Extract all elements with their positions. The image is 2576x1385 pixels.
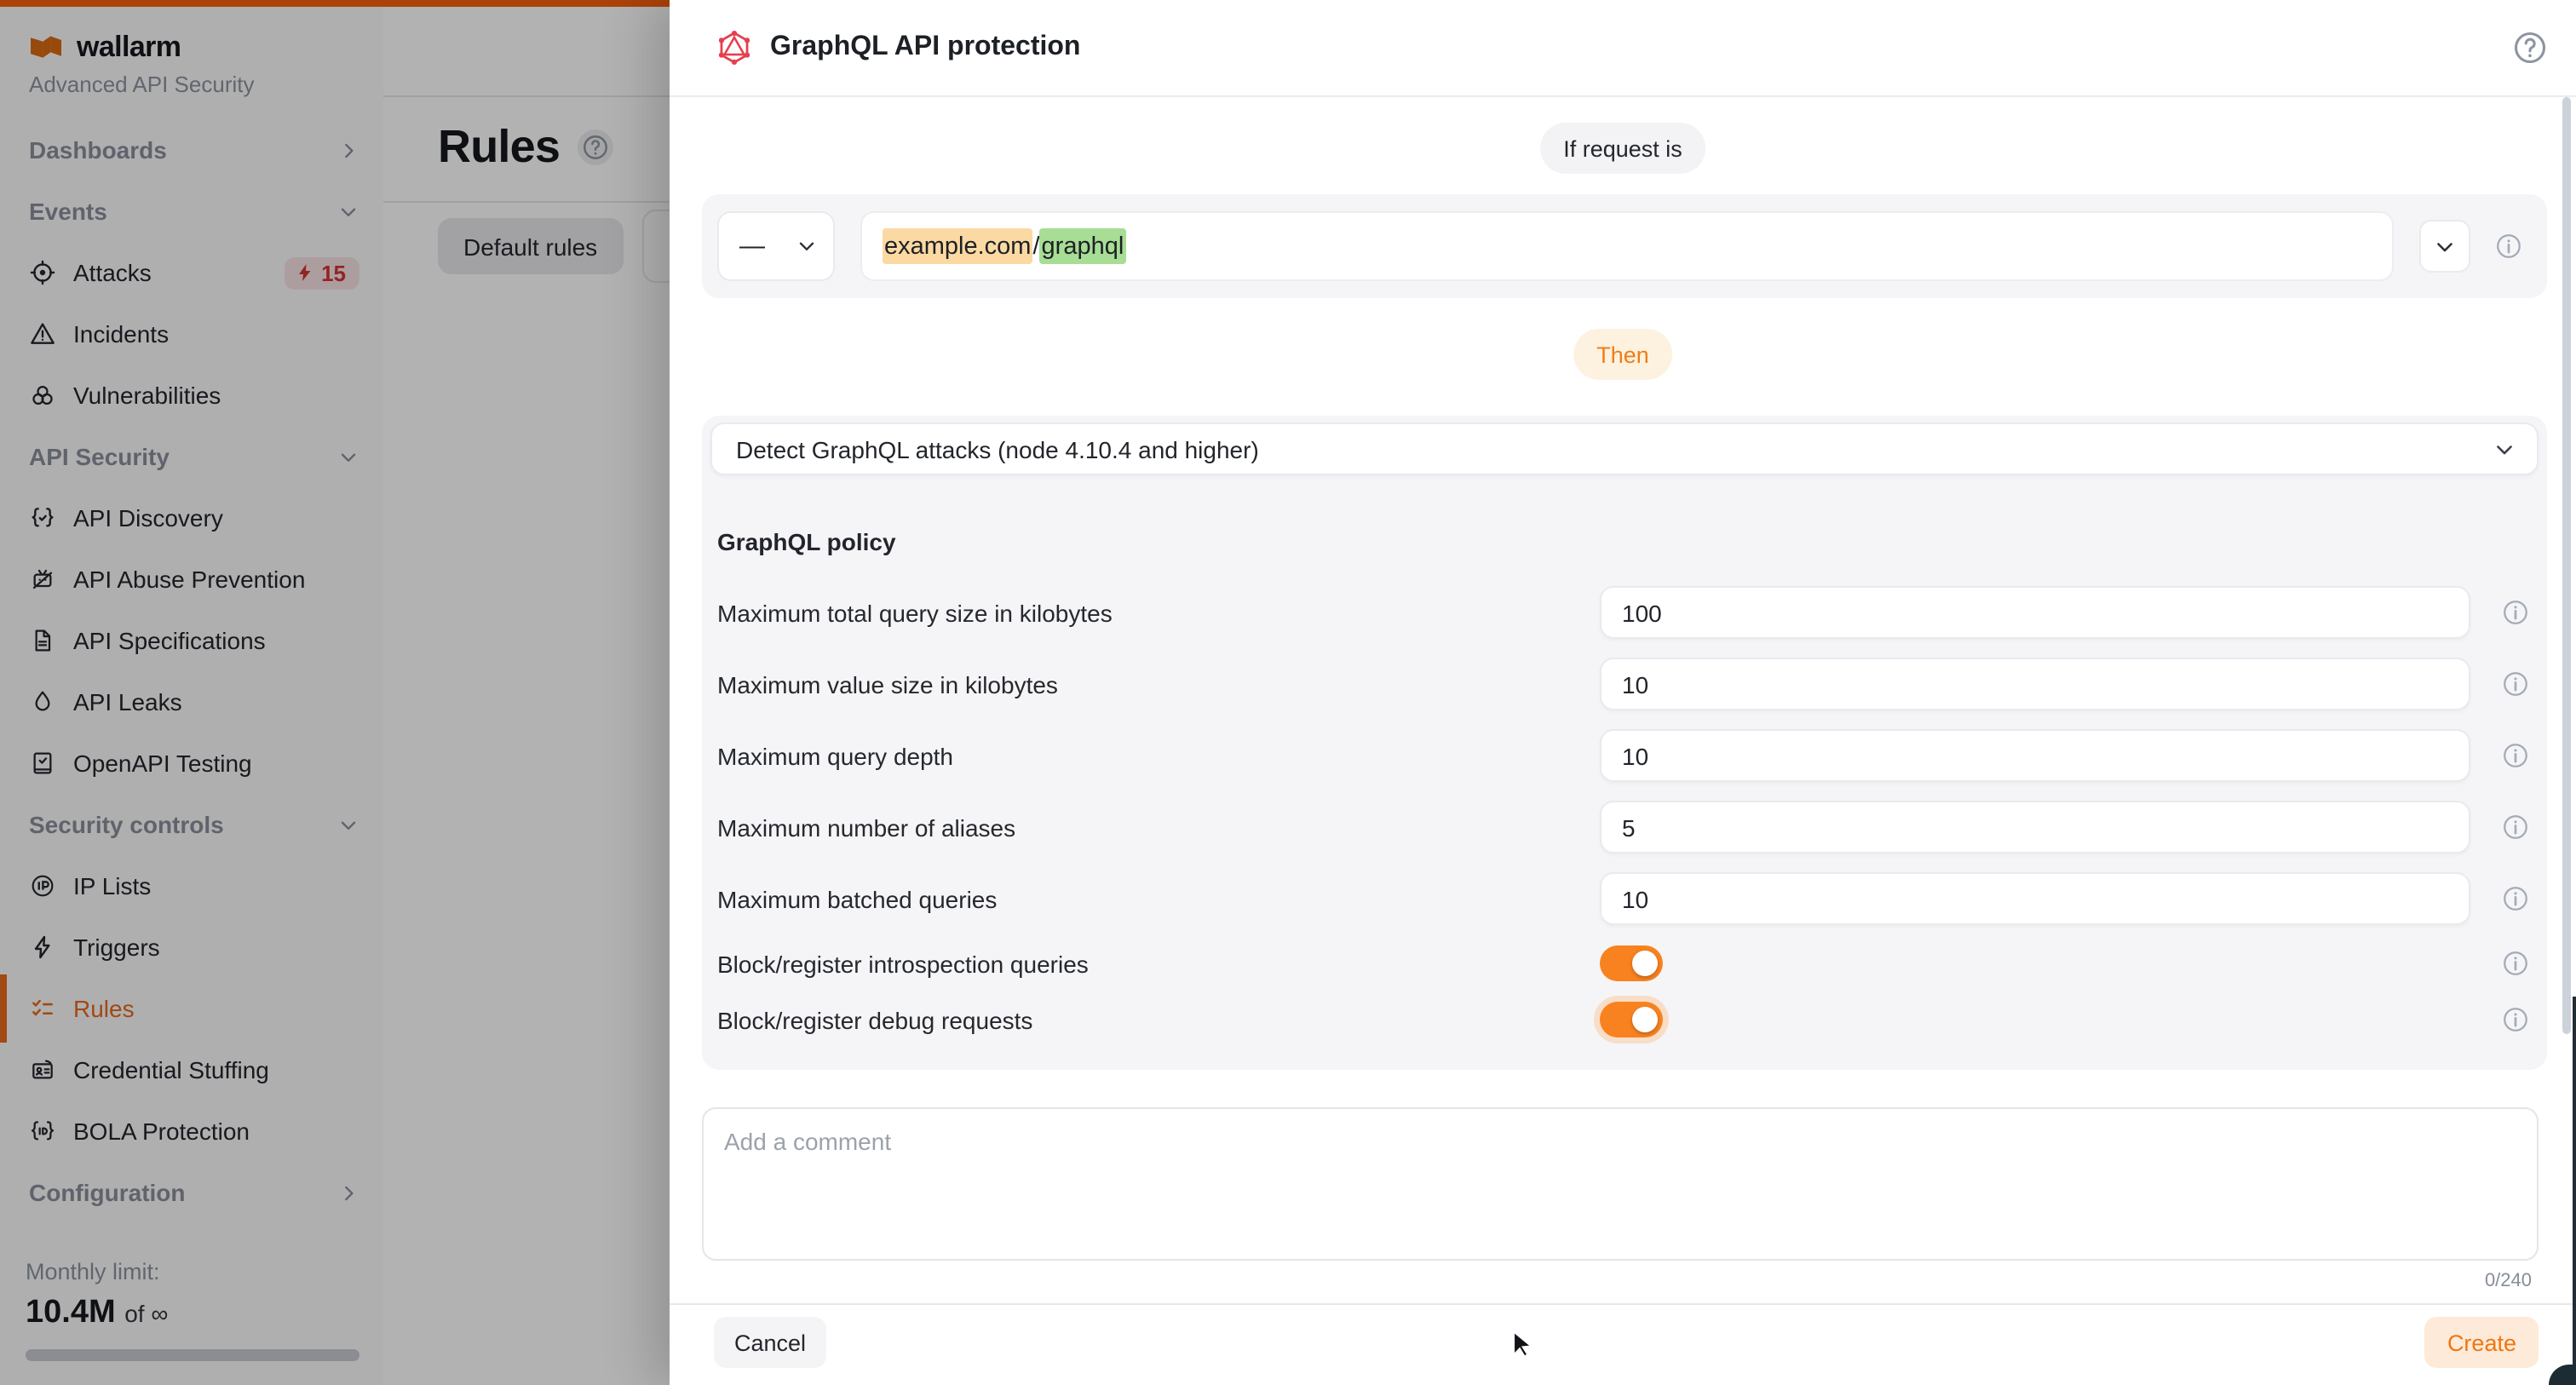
info-icon[interactable] <box>2501 813 2530 842</box>
info-icon[interactable] <box>2501 949 2530 978</box>
policy-label-maximum-query-depth: Maximum query depth <box>717 742 953 769</box>
policy-label-maximum-value-size-in-kilobytes: Maximum value size in kilobytes <box>717 670 1058 698</box>
policy-toggle-row: Block/register debug requests <box>717 1002 2532 1037</box>
info-icon[interactable] <box>2501 1005 2530 1034</box>
info-icon[interactable] <box>2501 670 2530 698</box>
modal-scrollbar[interactable] <box>2562 97 2571 1034</box>
policy-field-row: Maximum query depth <box>717 729 2532 782</box>
graphql-icon <box>716 29 753 66</box>
toggle-block-register-introspection-queries[interactable] <box>1600 945 1663 981</box>
condition-operator-select[interactable]: — <box>717 211 835 281</box>
policy-input-maximum-value-size-in-kilobytes[interactable] <box>1600 658 2470 710</box>
cancel-button[interactable]: Cancel <box>714 1317 826 1368</box>
policy-label-maximum-total-query-size-in-kilobytes: Maximum total query size in kilobytes <box>717 599 1113 626</box>
action-select-value: Detect GraphQL attacks (node 4.10.4 and … <box>736 435 1259 463</box>
chevron-down-icon <box>2433 234 2457 258</box>
policy-input-maximum-query-depth[interactable] <box>1600 729 2470 782</box>
policy-field-row: Maximum total query size in kilobytes <box>717 586 2532 639</box>
action-select[interactable]: Detect GraphQL attacks (node 4.10.4 and … <box>710 422 2539 475</box>
toggle-label-block-register-introspection-queries: Block/register introspection queries <box>717 950 1089 977</box>
policy-field-row: Maximum batched queries <box>717 872 2532 925</box>
app-root: wallarm Advanced API Security Dashboards… <box>0 0 2576 1385</box>
condition-panel: — example.com/graphql <box>702 194 2547 298</box>
info-icon[interactable] <box>2501 741 2530 770</box>
if-request-is-pill: If request is <box>1539 123 1706 174</box>
uri-input[interactable]: example.com/graphql <box>860 211 2394 281</box>
toggle-knob <box>1632 1007 1658 1032</box>
info-icon[interactable] <box>2501 884 2530 913</box>
policy-field-row: Maximum value size in kilobytes <box>717 658 2532 710</box>
screen-edge-artifact <box>2572 997 2576 1385</box>
policy-input-maximum-number-of-aliases[interactable] <box>1600 801 2470 853</box>
policy-section-title: GraphQL policy <box>717 528 896 555</box>
create-button[interactable]: Create <box>2425 1317 2539 1368</box>
condition-expand-button[interactable] <box>2419 220 2470 273</box>
then-pill: Then <box>1573 329 1673 380</box>
chevron-down-icon <box>2493 437 2516 461</box>
policy-label-maximum-number-of-aliases: Maximum number of aliases <box>717 813 1015 841</box>
char-counter: 0/240 <box>2485 1271 2532 1291</box>
policy-toggle-row: Block/register introspection queries <box>717 945 2532 981</box>
comment-input[interactable] <box>702 1107 2539 1261</box>
uri-separator: / <box>1032 233 1039 260</box>
uri-path-token: graphql <box>1040 228 1126 264</box>
uri-host-token: example.com <box>883 228 1032 264</box>
action-panel: Detect GraphQL attacks (node 4.10.4 and … <box>702 416 2547 1070</box>
chevron-down-icon <box>796 235 818 257</box>
modal-title: GraphQL API protection <box>770 32 1080 63</box>
policy-field-row: Maximum number of aliases <box>717 801 2532 853</box>
graphql-protection-modal: GraphQL API protection If request is — e… <box>670 0 2576 1385</box>
toggle-knob <box>1632 951 1658 976</box>
modal-footer: Cancel Create <box>670 1303 2576 1385</box>
toggle-label-block-register-debug-requests: Block/register debug requests <box>717 1006 1032 1033</box>
toggle-block-register-debug-requests[interactable] <box>1600 1002 1663 1037</box>
info-icon[interactable] <box>2501 598 2530 627</box>
info-icon[interactable] <box>2494 232 2523 261</box>
policy-input-maximum-total-query-size-in-kilobytes[interactable] <box>1600 586 2470 639</box>
policy-input-maximum-batched-queries[interactable] <box>1600 872 2470 925</box>
policy-label-maximum-batched-queries: Maximum batched queries <box>717 885 997 912</box>
condition-operator-value: — <box>739 232 765 261</box>
help-icon[interactable] <box>2511 29 2549 66</box>
modal-header: GraphQL API protection <box>670 0 2576 97</box>
